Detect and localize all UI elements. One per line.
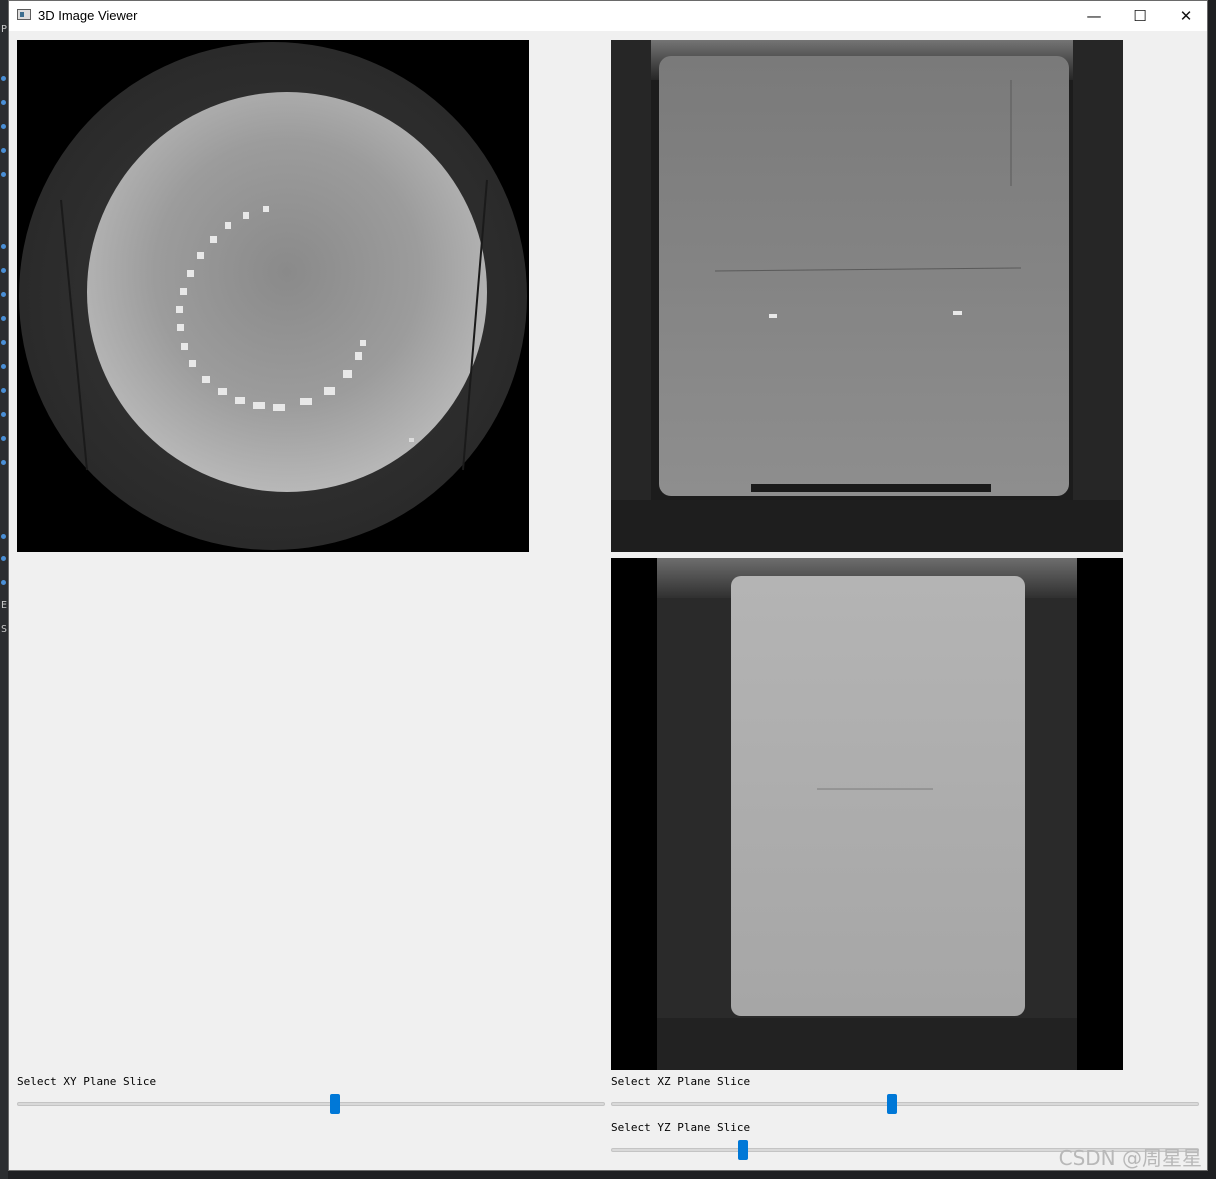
xy-plane-view[interactable] [17,40,529,552]
xy-slider-label: Select XY Plane Slice [17,1075,157,1088]
app-icon [17,9,31,20]
window-title: 3D Image Viewer [38,8,138,23]
ide-marker-icon [1,436,6,441]
ide-marker-icon [1,316,6,321]
ide-marker-icon [1,412,6,417]
ide-marker-icon [1,292,6,297]
ide-marker-icon [1,534,6,539]
app-window: 3D Image Viewer — ☐ ✕ Select XY Plane Sl… [8,0,1208,1171]
ide-marker-icon [1,244,6,249]
ide-letter: S [1,624,8,635]
ide-marker-icon [1,364,6,369]
ide-marker-icon [1,460,6,465]
xz-slider-label: Select XZ Plane Slice [611,1075,751,1088]
title-bar[interactable]: 3D Image Viewer — ☐ ✕ [9,1,1207,31]
yz-slider-label: Select YZ Plane Slice [611,1121,751,1134]
ide-letter: P [1,24,8,35]
minimize-button[interactable]: — [1071,1,1117,31]
ide-marker-icon [1,340,6,345]
ide-marker-icon [1,76,6,81]
close-button[interactable]: ✕ [1163,1,1209,31]
ide-marker-icon [1,580,6,585]
ide-marker-icon [1,148,6,153]
ide-marker-icon [1,556,6,561]
xy-slice-slider[interactable] [17,1102,605,1106]
maximize-button[interactable]: ☐ [1117,1,1163,31]
yz-plane-view[interactable] [611,558,1123,1070]
ide-marker-icon [1,100,6,105]
ide-marker-icon [1,172,6,177]
ide-letter: E [1,600,8,611]
ide-marker-icon [1,124,6,129]
watermark: CSDN @周星星 [1058,1146,1202,1170]
yz-slider-handle[interactable] [738,1140,749,1160]
xz-plane-view[interactable] [611,40,1123,552]
ide-marker-icon [1,268,6,273]
xz-slice-slider[interactable] [611,1102,1199,1106]
ide-marker-icon [1,388,6,393]
background-ide-strip: P E S [0,0,8,1179]
xz-slider-handle[interactable] [887,1094,898,1114]
xy-slider-handle[interactable] [329,1094,340,1114]
